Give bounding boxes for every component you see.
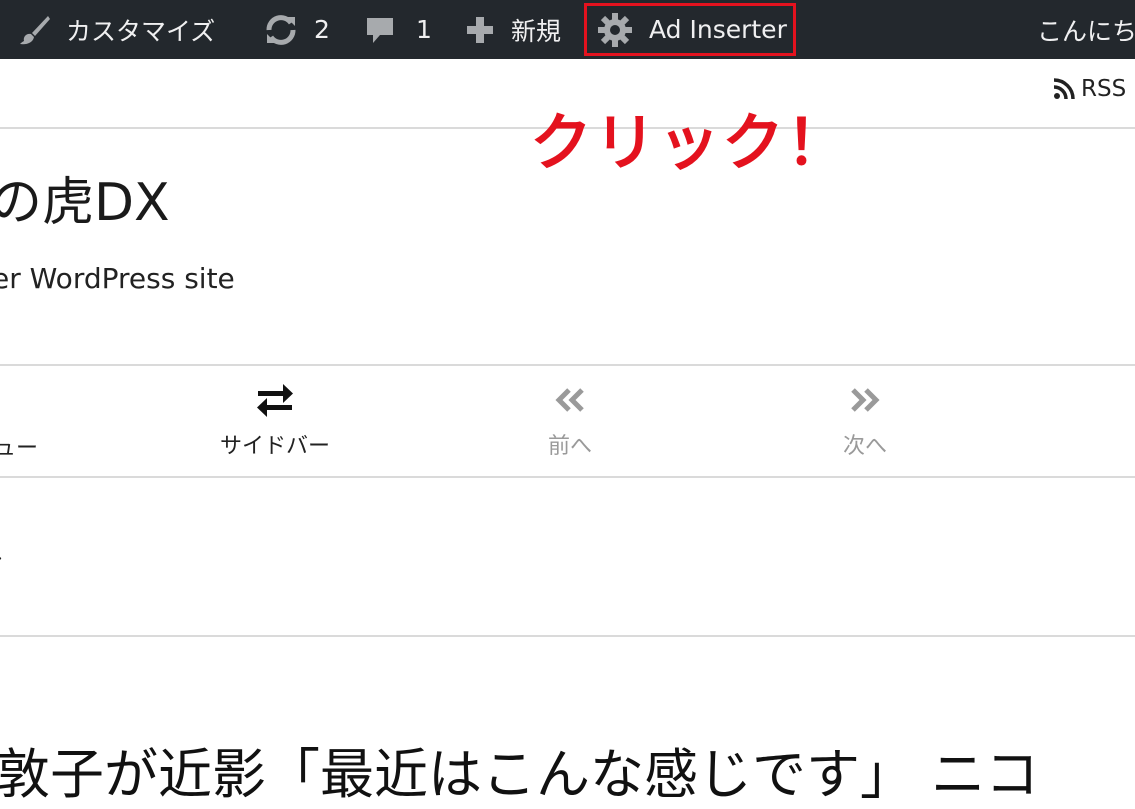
prev-button[interactable]: 前へ <box>490 380 650 460</box>
comments-menu[interactable]: 1 <box>364 0 432 59</box>
customize-menu[interactable]: カスタマイズ <box>18 0 215 59</box>
next-button-label: 次へ <box>842 434 887 459</box>
exchange-icon <box>195 380 355 420</box>
double-chevron-left-icon <box>490 380 650 420</box>
new-label: 新規 <box>511 16 562 46</box>
customize-label: カスタマイズ <box>66 16 216 46</box>
comment-icon <box>364 13 396 47</box>
divider <box>0 476 1135 478</box>
next-button[interactable]: 次へ <box>785 380 945 460</box>
divider <box>0 364 1135 366</box>
rss-label: RSS <box>1081 76 1127 102</box>
admin-bar: カスタマイズ 2 1 新規 Ad Inserter こんにち <box>0 0 1135 59</box>
breadcrumb-arrow: › <box>0 546 3 571</box>
double-chevron-right-icon <box>785 380 945 420</box>
comments-count: 1 <box>416 15 432 44</box>
rss-link[interactable]: RSS <box>1053 76 1126 102</box>
new-content-menu[interactable]: 新規 <box>465 0 561 59</box>
rss-icon <box>1053 78 1075 100</box>
prev-button-label: 前へ <box>547 434 592 459</box>
menu-button-label[interactable]: ュー <box>0 430 38 462</box>
site-tagline: er WordPress site <box>0 262 235 295</box>
highlight-box <box>584 3 796 56</box>
paintbrush-icon <box>18 13 52 47</box>
my-account-menu[interactable]: こんにち <box>1037 0 1135 59</box>
sidebar-button[interactable]: サイドバー <box>195 380 355 460</box>
sidebar-button-label: サイドバー <box>219 434 330 459</box>
plus-icon <box>465 15 495 45</box>
divider <box>0 635 1135 637</box>
article-headline[interactable]: 敦子が近影「最近はこんな感じです」 ニコ <box>0 730 1039 809</box>
click-annotation: クリック！ <box>530 106 851 179</box>
update-icon <box>262 13 300 47</box>
updates-count: 2 <box>314 15 330 44</box>
greeting-label: こんにち <box>1037 16 1135 46</box>
site-title[interactable]: の虎DX <box>0 160 170 235</box>
updates-menu[interactable]: 2 <box>262 0 330 59</box>
